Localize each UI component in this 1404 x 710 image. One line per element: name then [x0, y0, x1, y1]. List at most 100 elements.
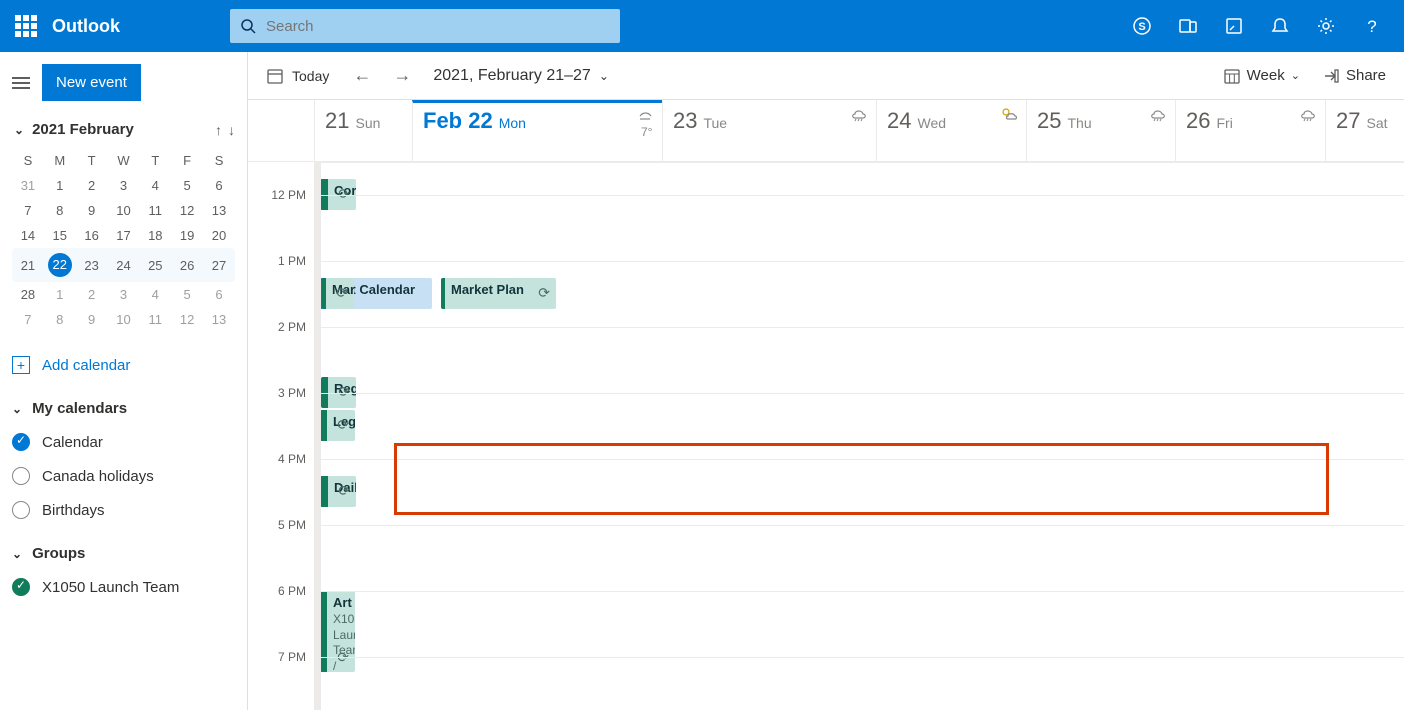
- checkbox-icon[interactable]: [12, 578, 30, 596]
- day-header[interactable]: 26Fri: [1175, 100, 1325, 161]
- weather-icon: 7°: [638, 109, 654, 139]
- calendar-item[interactable]: Birthdays: [12, 501, 235, 519]
- day-header[interactable]: Feb 22Mon7°: [412, 100, 662, 161]
- hamburger-button[interactable]: [12, 77, 30, 89]
- notes-icon[interactable]: [1224, 16, 1244, 36]
- checkbox-icon[interactable]: [12, 433, 30, 451]
- day-header[interactable]: 24Wed: [876, 100, 1026, 161]
- mini-day-cell[interactable]: 22: [44, 248, 76, 282]
- mini-day-cell[interactable]: 4: [139, 282, 171, 307]
- day-column[interactable]: [320, 162, 321, 710]
- mini-day-cell[interactable]: 18: [139, 223, 171, 248]
- day-header[interactable]: 21Sun: [314, 100, 412, 161]
- mini-day-cell[interactable]: 8: [44, 307, 76, 332]
- prev-week-button[interactable]: ←: [353, 65, 371, 86]
- bell-icon[interactable]: [1270, 16, 1290, 36]
- mini-day-cell[interactable]: 26: [171, 248, 203, 282]
- today-button[interactable]: Today: [266, 67, 329, 85]
- mini-calendar-title: 2021 February: [32, 121, 134, 138]
- mini-next-button[interactable]: ↓: [228, 122, 235, 138]
- checkbox-icon[interactable]: [12, 501, 30, 519]
- groups-toggle[interactable]: ⌄ Groups: [12, 545, 235, 562]
- checkbox-icon[interactable]: [12, 467, 30, 485]
- mini-day-cell[interactable]: 10: [108, 307, 140, 332]
- mini-dow: T: [76, 148, 108, 173]
- mini-day-cell[interactable]: 20: [203, 223, 235, 248]
- mini-day-cell[interactable]: 10: [108, 198, 140, 223]
- calendar-label: Birthdays: [42, 502, 105, 519]
- mini-day-cell[interactable]: 6: [203, 282, 235, 307]
- mini-day-cell[interactable]: 24: [108, 248, 140, 282]
- skype-icon[interactable]: S: [1132, 16, 1152, 36]
- mini-day-cell[interactable]: 8: [44, 198, 76, 223]
- chevron-down-icon: ⌄: [12, 547, 22, 561]
- calendar-item[interactable]: X1050 Launch Team: [12, 578, 235, 596]
- mini-day-cell[interactable]: 23: [76, 248, 108, 282]
- day-header[interactable]: 23Tue: [662, 100, 876, 161]
- mini-day-cell[interactable]: 28: [12, 282, 44, 307]
- day-header[interactable]: 27Sat: [1325, 100, 1401, 161]
- mini-day-cell[interactable]: 9: [76, 307, 108, 332]
- mini-day-cell[interactable]: 21: [12, 248, 44, 282]
- calendar-event[interactable]: Market Plan⟳: [441, 278, 556, 309]
- mini-day-cell[interactable]: 3: [108, 282, 140, 307]
- mini-day-cell[interactable]: 12: [171, 198, 203, 223]
- new-event-button[interactable]: New event: [42, 64, 141, 101]
- mini-day-cell[interactable]: 5: [171, 173, 203, 198]
- calendar-event[interactable]: Regulartory Af⟳: [324, 377, 356, 408]
- search-input[interactable]: [266, 18, 610, 35]
- add-calendar-button[interactable]: + Add calendar: [12, 356, 235, 374]
- my-calendars-toggle[interactable]: ⌄ My calendars: [12, 400, 235, 417]
- mini-day-cell[interactable]: 13: [203, 198, 235, 223]
- day-header[interactable]: 25Thu: [1026, 100, 1175, 161]
- calendar-event[interactable]: Market Plan R⟳: [322, 278, 354, 309]
- calendar-item[interactable]: Calendar: [12, 433, 235, 451]
- mini-day-cell[interactable]: 5: [171, 282, 203, 307]
- mini-day-cell[interactable]: 12: [171, 307, 203, 332]
- calendar-item[interactable]: Canada holidays: [12, 467, 235, 485]
- gear-icon[interactable]: [1316, 16, 1336, 36]
- mini-day-cell[interactable]: 27: [203, 248, 235, 282]
- app-launcher-button[interactable]: [0, 15, 52, 37]
- calendar-event[interactable]: Art ReviewX1050 Launch Team / X1050 Laun…: [323, 591, 355, 672]
- mini-prev-button[interactable]: ↑: [215, 122, 222, 138]
- mini-day-cell[interactable]: 13: [203, 307, 235, 332]
- view-selector[interactable]: Week ⌄: [1223, 67, 1300, 85]
- mini-day-cell[interactable]: 2: [76, 282, 108, 307]
- mini-day-cell[interactable]: 15: [44, 223, 76, 248]
- mini-day-cell[interactable]: 17: [108, 223, 140, 248]
- share-button[interactable]: Share: [1322, 67, 1386, 85]
- svg-text:S: S: [1138, 21, 1145, 33]
- mini-day-cell[interactable]: 6: [203, 173, 235, 198]
- mini-dow: M: [44, 148, 76, 173]
- mini-day-cell[interactable]: 7: [12, 307, 44, 332]
- mini-day-cell[interactable]: 7: [12, 198, 44, 223]
- calendar-event[interactable]: Legal Round U⟳: [323, 410, 355, 441]
- mini-day-cell[interactable]: 3: [108, 173, 140, 198]
- mini-day-cell[interactable]: 1: [44, 173, 76, 198]
- calendar-event[interactable]: Daily Regulatc⟳: [324, 476, 356, 507]
- mini-calendar-header[interactable]: ⌄ 2021 February ↑ ↓: [14, 121, 235, 138]
- calendar-event[interactable]: Core Web Tea⟳: [324, 179, 356, 210]
- mini-day-cell[interactable]: 11: [139, 307, 171, 332]
- mini-day-cell[interactable]: 25: [139, 248, 171, 282]
- recurring-icon: ⟳: [336, 285, 348, 302]
- next-week-button[interactable]: →: [393, 65, 411, 86]
- mini-day-cell[interactable]: 2: [76, 173, 108, 198]
- calendar-grid[interactable]: 12 PM1 PM2 PM3 PM4 PM5 PM6 PM7 PM Core W…: [248, 162, 1404, 710]
- mini-calendar[interactable]: SMTWTFS311234567891011121314151617181920…: [12, 148, 235, 332]
- teams-icon[interactable]: [1178, 16, 1198, 36]
- mini-day-cell[interactable]: 19: [171, 223, 203, 248]
- help-icon[interactable]: ?: [1362, 16, 1382, 36]
- date-range-picker[interactable]: 2021, February 21–27 ⌄: [433, 67, 609, 85]
- mini-day-cell[interactable]: 11: [139, 198, 171, 223]
- search-box[interactable]: [230, 9, 620, 43]
- mini-day-cell[interactable]: 4: [139, 173, 171, 198]
- day-header-row: 21SunFeb 22Mon7°23Tue24Wed25Thu26Fri27Sa…: [248, 100, 1404, 162]
- mini-day-cell[interactable]: 1: [44, 282, 76, 307]
- mini-day-cell[interactable]: 14: [12, 223, 44, 248]
- mini-day-cell[interactable]: 9: [76, 198, 108, 223]
- mini-day-cell[interactable]: 16: [76, 223, 108, 248]
- hour-label: 5 PM: [278, 518, 306, 532]
- mini-day-cell[interactable]: 31: [12, 173, 44, 198]
